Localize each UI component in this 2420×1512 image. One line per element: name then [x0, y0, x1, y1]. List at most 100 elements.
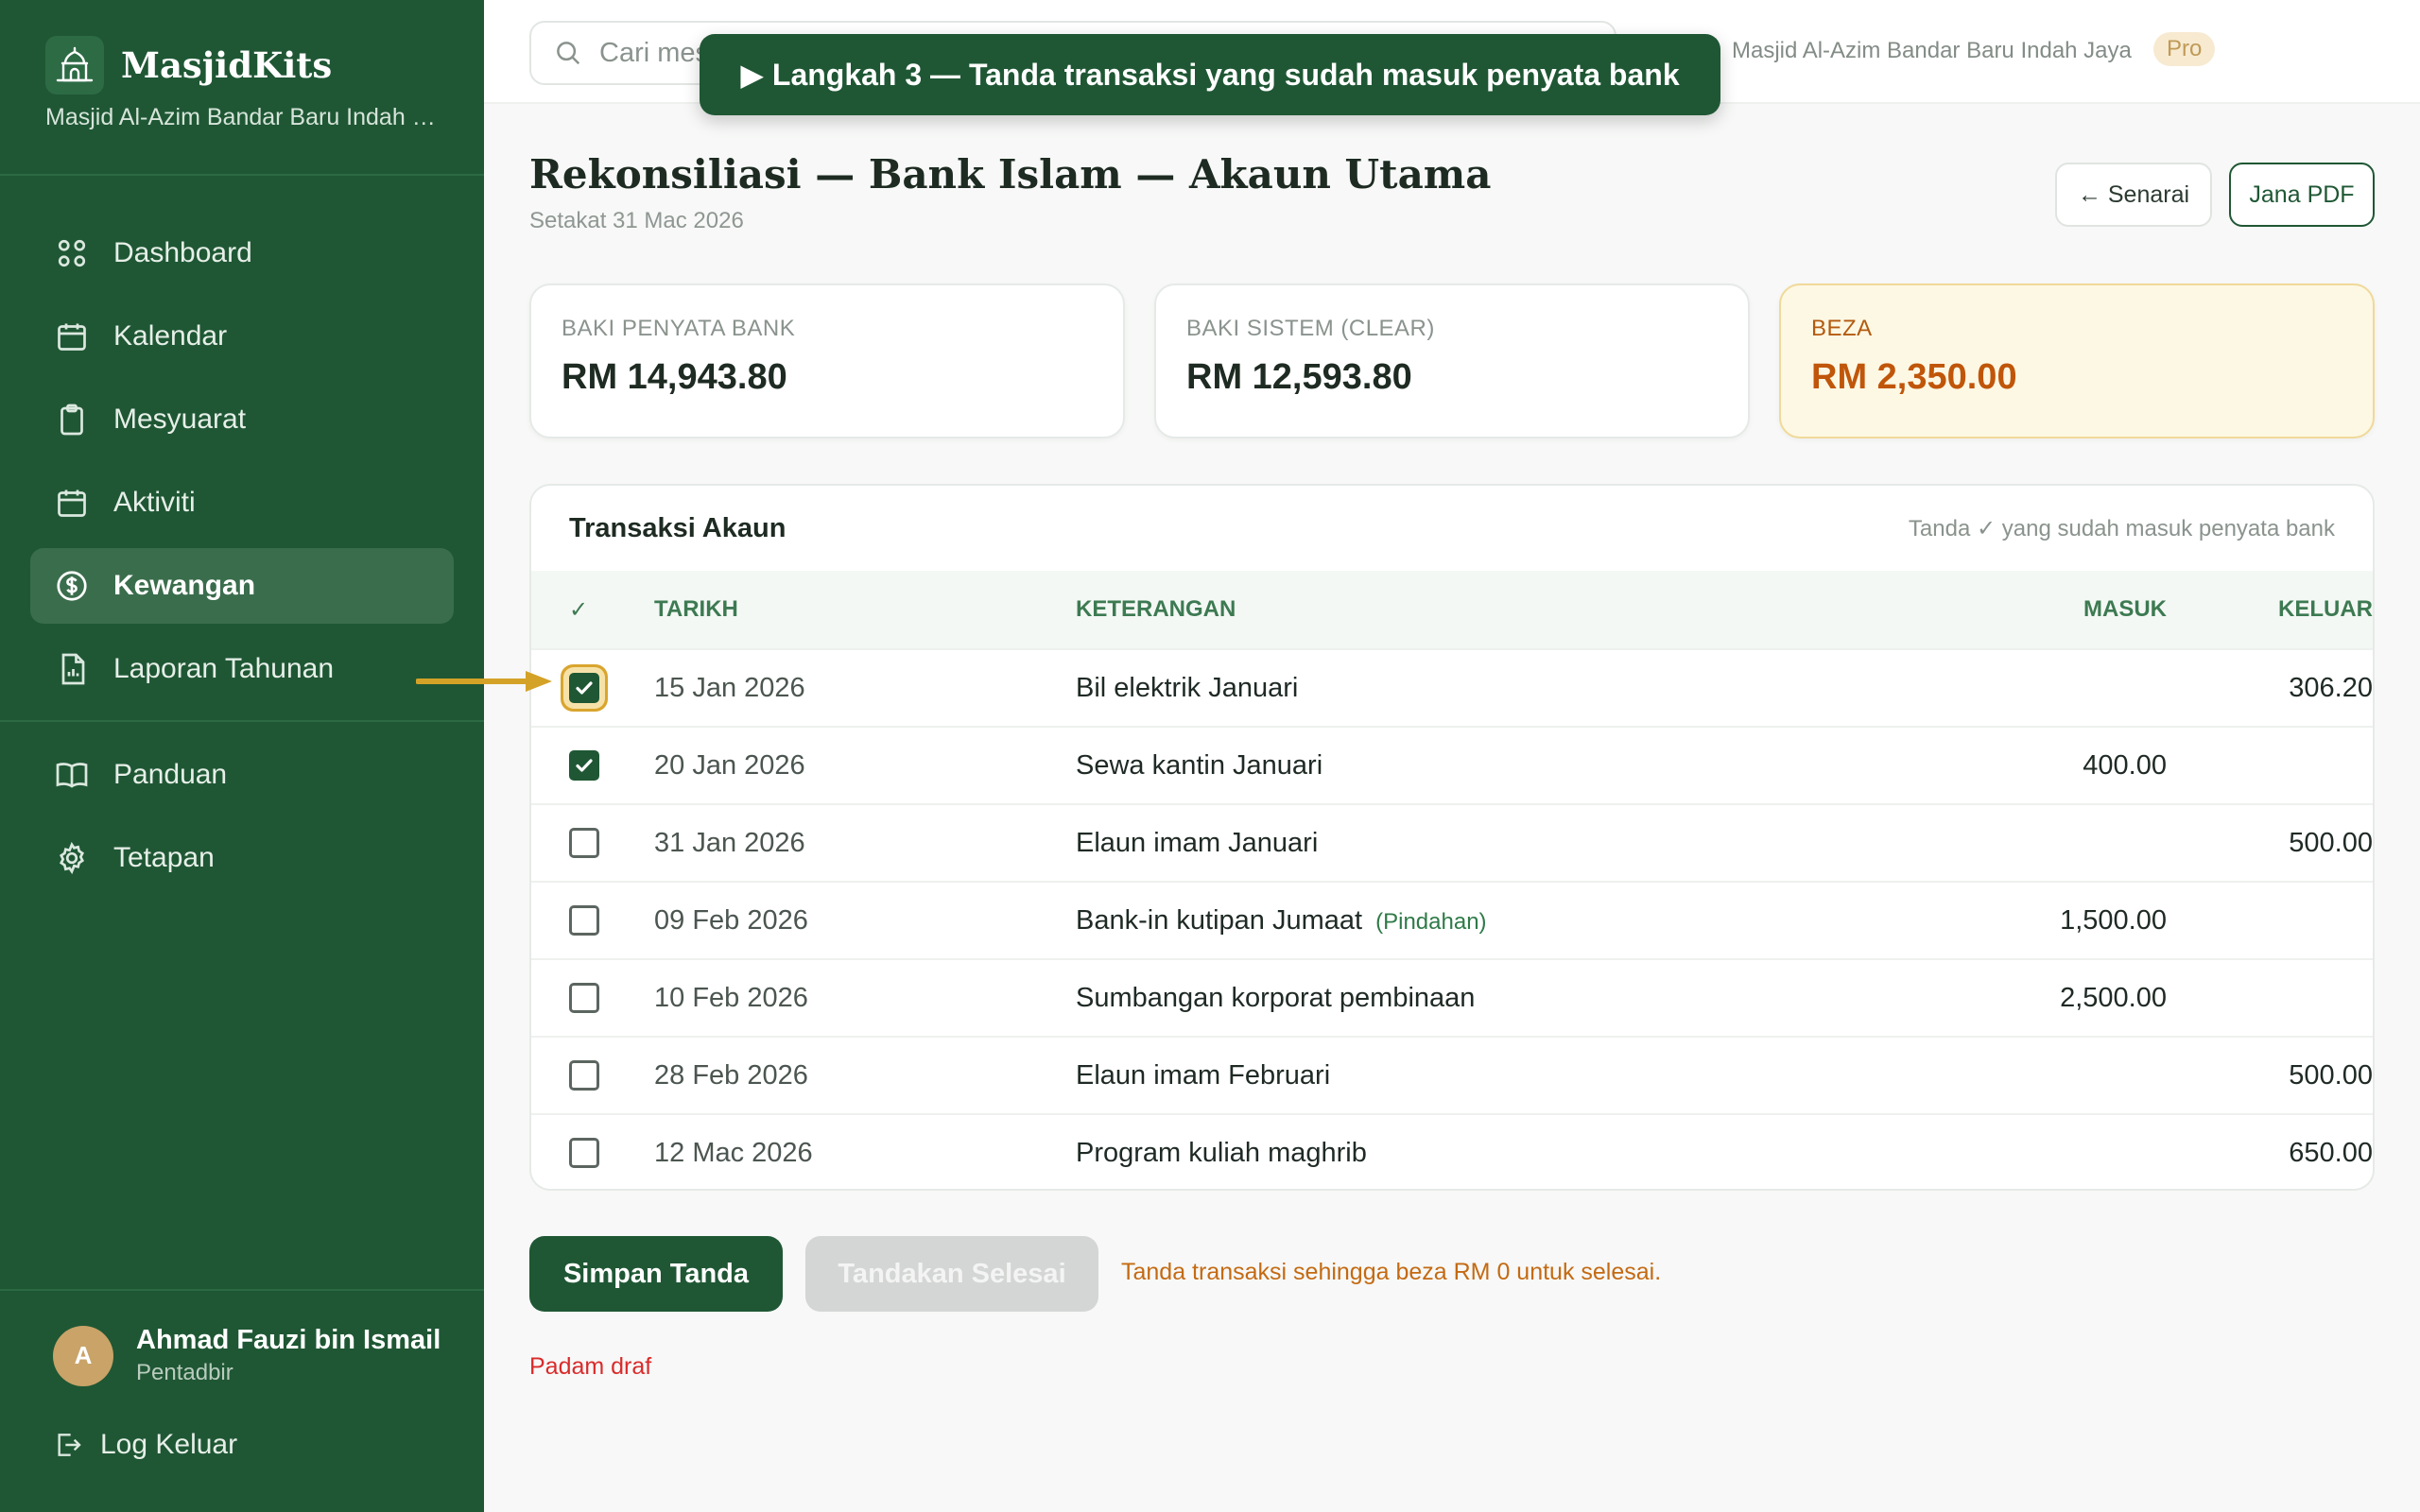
- row-checkbox[interactable]: [569, 673, 599, 703]
- sidebar-item-label: Mesyuarat: [113, 404, 247, 435]
- sidebar-item-label: Panduan: [113, 759, 228, 790]
- dollar-icon: [57, 571, 87, 601]
- sidebar-item-aktiviti[interactable]: Aktiviti: [30, 465, 454, 541]
- back-to-list-button[interactable]: ← Senarai: [2055, 163, 2212, 227]
- description-text: Elaun imam Februari: [1076, 1059, 1331, 1091]
- col-date: TARIKH: [654, 596, 738, 622]
- description-text: Bank-in kutipan Jumaat: [1076, 904, 1363, 936]
- card-value: RM 14,943.80: [562, 357, 787, 397]
- mosque-name: Masjid Al-Azim Bandar Baru Indah J...: [45, 104, 442, 130]
- table-row: 12 Mac 2026 Program kuliah maghrib 650.00: [531, 1113, 2373, 1189]
- amount-in-cell: 400.00: [2083, 749, 2167, 781]
- amount-out-cell: 650.00: [2289, 1137, 2373, 1168]
- check-cell: [531, 905, 654, 936]
- col-check: ✓: [569, 596, 589, 623]
- row-checkbox[interactable]: [569, 983, 599, 1013]
- system-balance-card: BAKI SISTEM (CLEAR) RM 12,593.80: [1154, 284, 1750, 438]
- pointer-arrow-icon: [416, 671, 552, 692]
- amount-out-cell: 500.00: [2289, 1059, 2373, 1091]
- sidebar: MasjidKits Masjid Al-Azim Bandar Baru In…: [0, 0, 484, 1512]
- description-cell: Bank-in kutipan Jumaat (Pindahan): [1076, 905, 1927, 936]
- amount-in-cell: 1,500.00: [2060, 904, 2167, 936]
- row-checkbox[interactable]: [569, 750, 599, 781]
- date-cell: 28 Feb 2026: [654, 1059, 808, 1091]
- logout-button[interactable]: Log Keluar: [53, 1429, 237, 1461]
- description-cell: Program kuliah maghrib: [1076, 1138, 1927, 1169]
- sidebar-item-label: Kewangan: [113, 570, 256, 601]
- card-label: BAKI PENYATA BANK: [562, 316, 796, 341]
- card-value: RM 12,593.80: [1186, 357, 1412, 397]
- difference-card: BEZA RM 2,350.00: [1779, 284, 2375, 438]
- check-cell: [531, 828, 654, 858]
- description-cell: Elaun imam Februari: [1076, 1060, 1927, 1091]
- date-cell: 12 Mac 2026: [654, 1137, 813, 1168]
- sidebar-item-kalendar[interactable]: Kalendar: [30, 299, 454, 374]
- check-cell: [531, 983, 654, 1013]
- save-marks-button[interactable]: Simpan Tanda: [529, 1236, 783, 1312]
- check-icon: [576, 759, 593, 772]
- table-row: 09 Feb 2026 Bank-in kutipan Jumaat (Pinda…: [531, 881, 2373, 958]
- description-cell: Sumbangan korporat pembinaan: [1076, 983, 1927, 1014]
- check-icon: [576, 681, 593, 695]
- check-cell: [531, 1060, 654, 1091]
- divider: [0, 174, 484, 176]
- sidebar-item-panduan[interactable]: Panduan: [30, 737, 454, 813]
- table-row: 20 Jan 2026 Sewa kantin Januari 400.00: [531, 726, 2373, 803]
- table-row: 31 Jan 2026 Elaun imam Januari 500.00: [531, 803, 2373, 881]
- row-checkbox[interactable]: [569, 828, 599, 858]
- description-cell: Sewa kantin Januari: [1076, 750, 1927, 782]
- table-row: 10 Feb 2026 Sumbangan korporat pembinaan 2…: [531, 958, 2373, 1036]
- amount-out-cell: 306.20: [2289, 672, 2373, 703]
- col-description: KETERANGAN: [1076, 596, 1236, 622]
- page-subtitle: Setakat 31 Mac 2026: [529, 208, 744, 233]
- row-checkbox[interactable]: [569, 1060, 599, 1091]
- check-cell: [531, 1138, 654, 1168]
- gear-icon: [60, 841, 84, 875]
- mosque-logo-icon: [45, 36, 104, 94]
- sidebar-item-label: Laporan Tahunan: [113, 653, 334, 684]
- sidebar-item-mesyuarat[interactable]: Mesyuarat: [30, 382, 454, 457]
- transactions-panel: Transaksi Akaun Tanda ✓ yang sudah masuk…: [529, 484, 2375, 1191]
- date-cell: 09 Feb 2026: [654, 904, 808, 936]
- col-in: MASUK: [2083, 596, 2167, 622]
- table-row: 15 Jan 2026 Bil elektrik Januari 306.20: [531, 648, 2373, 726]
- user-name: Ahmad Fauzi bin Ismail: [136, 1325, 441, 1355]
- avatar: A: [53, 1325, 113, 1386]
- user-role: Pentadbir: [136, 1360, 233, 1385]
- tour-step-tooltip: ▶ Langkah 3 — Tanda transaksi yang sudah…: [700, 34, 1720, 115]
- delete-draft-link[interactable]: Padam draf: [529, 1353, 651, 1381]
- sidebar-item-kewangan[interactable]: Kewangan: [30, 548, 454, 624]
- brand[interactable]: MasjidKits: [45, 36, 332, 94]
- brand-name: MasjidKits: [121, 44, 333, 86]
- sidebar-item-label: Tetapan: [113, 842, 215, 873]
- user-profile[interactable]: A Ahmad Fauzi bin Ismail Pentadbir: [53, 1325, 441, 1386]
- sidebar-item-label: Kalendar: [113, 320, 228, 352]
- description-text: Program kuliah maghrib: [1076, 1137, 1367, 1168]
- table-header: ✓ TARIKH KETERANGAN MASUK KELUAR: [531, 571, 2373, 648]
- date-cell: 15 Jan 2026: [654, 672, 805, 703]
- description-cell: Elaun imam Januari: [1076, 828, 1927, 859]
- sidebar-item-laporan-tahunan[interactable]: Laporan Tahunan: [30, 631, 454, 707]
- mark-complete-button[interactable]: Tandakan Selesai: [805, 1236, 1098, 1312]
- panel-header: Transaksi Akaun Tanda ✓ yang sudah masuk…: [531, 486, 2373, 571]
- sidebar-item-dashboard[interactable]: Dashboard: [30, 215, 454, 291]
- card-label: BAKI SISTEM (CLEAR): [1186, 316, 1435, 341]
- bank-balance-card: BAKI PENYATA BANK RM 14,943.80: [529, 284, 1125, 438]
- amount-in-cell: 2,500.00: [2060, 982, 2167, 1013]
- sidebar-item-tetapan[interactable]: Tetapan: [30, 820, 454, 896]
- calendar-icon: [58, 323, 86, 351]
- amount-out-cell: 500.00: [2289, 827, 2373, 858]
- row-checkbox[interactable]: [569, 905, 599, 936]
- org-name: Masjid Al-Azim Bandar Baru Indah Jaya: [1732, 38, 2132, 63]
- search-placeholder: Cari mes: [599, 37, 710, 68]
- page-title: Rekonsiliasi — Bank Islam — Akaun Utama: [529, 151, 1492, 198]
- complete-hint: Tanda transaksi sehingga beza RM 0 untuk…: [1121, 1259, 1662, 1285]
- description-text: Sewa kantin Januari: [1076, 749, 1323, 781]
- logout-icon: [58, 1434, 81, 1456]
- calendar-icon: [58, 490, 86, 517]
- sidebar-item-label: Aktiviti: [113, 487, 196, 518]
- generate-pdf-button[interactable]: Jana PDF: [2229, 163, 2375, 227]
- row-checkbox[interactable]: [569, 1138, 599, 1168]
- clipboard-icon: [60, 404, 83, 436]
- description-text: Bil elektrik Januari: [1076, 672, 1299, 703]
